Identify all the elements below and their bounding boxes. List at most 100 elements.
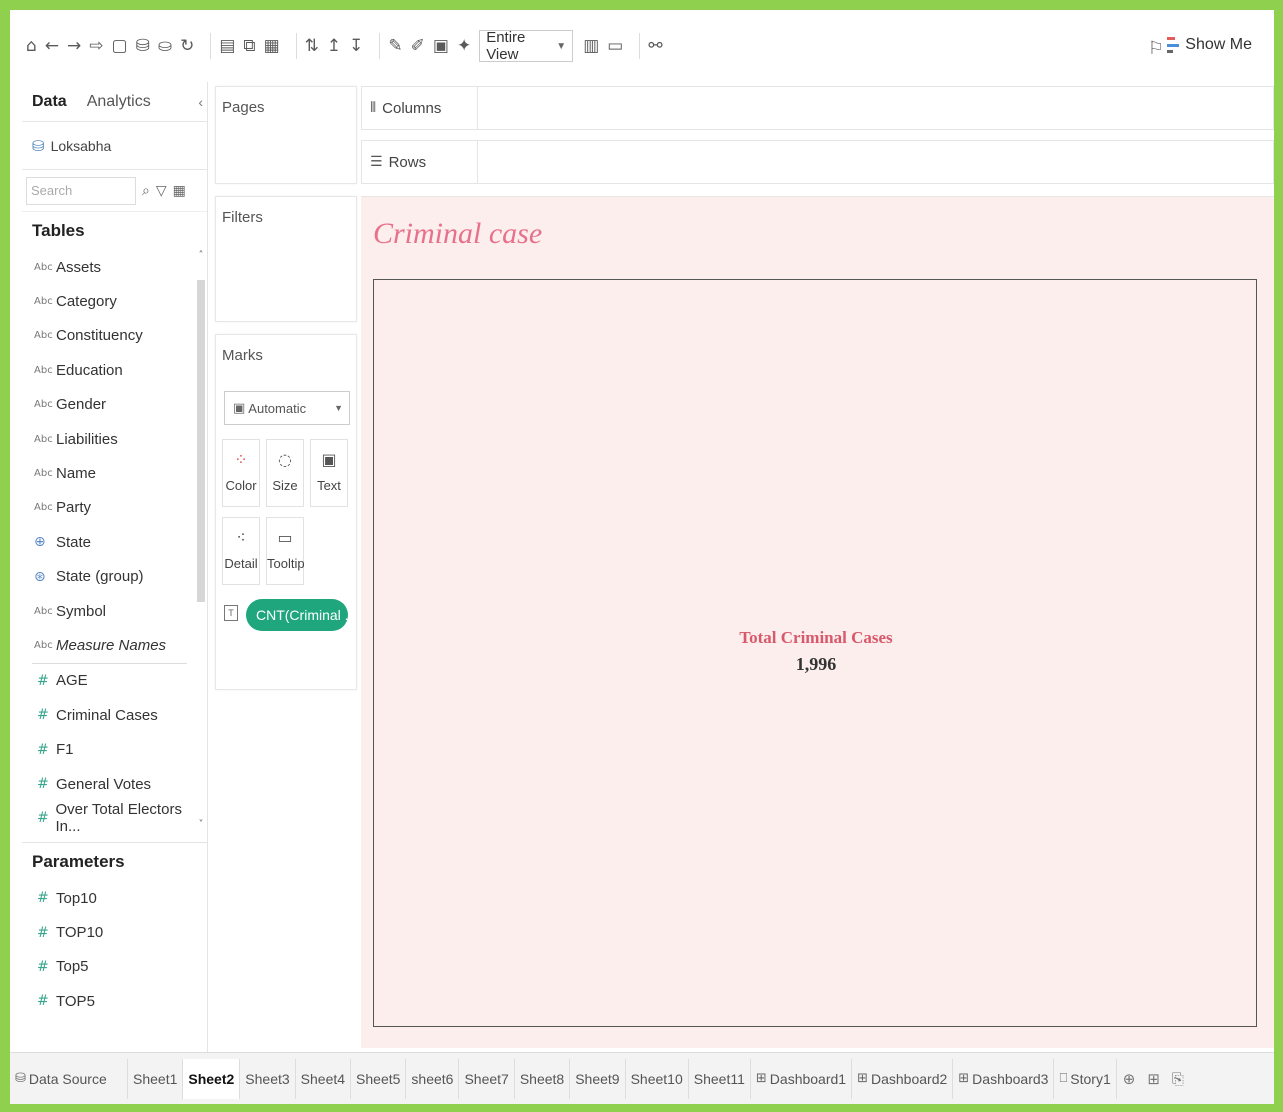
- tab-dashboard1[interactable]: ⊞ Dashboard1: [751, 1058, 853, 1099]
- worksheet-view: Criminal case Total Criminal Cases 1,996: [361, 196, 1274, 1048]
- tab-sheet7[interactable]: Sheet7: [459, 1058, 515, 1099]
- new-story-icon[interactable]: ⎘: [1172, 1070, 1184, 1088]
- tab-data[interactable]: Data: [22, 82, 77, 122]
- parameter-item[interactable]: # TOP10: [22, 915, 207, 949]
- field-item[interactable]: ⊛ State (group): [22, 560, 207, 594]
- tooltip-pin-icon[interactable]: ⚐: [1148, 38, 1164, 59]
- detail-button[interactable]: ⁖ Detail: [222, 517, 260, 585]
- tab-sheet9[interactable]: Sheet9: [570, 1058, 626, 1099]
- chevron-down-icon: ▼: [556, 40, 567, 52]
- label-icon[interactable]: ▣: [433, 37, 449, 55]
- measure-item[interactable]: # AGE: [22, 664, 207, 698]
- group-icon[interactable]: ✐: [411, 37, 425, 55]
- collapse-pane-icon[interactable]: ‹: [198, 94, 203, 110]
- columns-shelf[interactable]: ⦀ Columns: [361, 86, 1274, 130]
- highlight-icon[interactable]: ✎: [388, 37, 402, 55]
- field-item[interactable]: Abc Assets: [22, 250, 207, 284]
- tab-sheet11[interactable]: Sheet11: [689, 1058, 751, 1099]
- new-worksheet-icon[interactable]: ▤: [219, 37, 235, 55]
- show-me-button[interactable]: Show Me: [1167, 36, 1252, 54]
- worksheet-title[interactable]: Criminal case: [373, 217, 542, 251]
- field-item[interactable]: Abc Name: [22, 456, 207, 490]
- scroll-up-icon[interactable]: ˄: [195, 250, 207, 261]
- scrollbar-thumb[interactable]: [197, 280, 205, 602]
- home-icon[interactable]: ⌂: [26, 37, 37, 55]
- fit-dropdown[interactable]: Entire View ▼: [479, 29, 574, 63]
- save-icon[interactable]: ▢: [112, 37, 128, 55]
- share-icon[interactable]: ⚯: [648, 37, 662, 55]
- new-worksheet-icon[interactable]: ⊕: [1123, 1070, 1136, 1088]
- pages-card[interactable]: Pages: [215, 86, 357, 184]
- rows-shelf[interactable]: ☰ Rows: [361, 140, 1274, 184]
- view-options-icon[interactable]: ▦: [173, 183, 186, 199]
- measure-item[interactable]: # Criminal Cases: [22, 698, 207, 732]
- rows-label: Rows: [388, 153, 427, 171]
- sort-descending-icon[interactable]: ↧: [349, 37, 363, 55]
- measure-item[interactable]: # F1: [22, 732, 207, 766]
- show-cards-icon[interactable]: ▥: [583, 37, 599, 55]
- pin-axes-icon[interactable]: ✦: [457, 37, 471, 55]
- tab-sheet2[interactable]: Sheet2: [183, 1058, 241, 1099]
- duplicate-sheet-icon[interactable]: ⧉: [243, 37, 255, 55]
- presentation-icon[interactable]: ▭: [607, 37, 623, 55]
- field-item[interactable]: Abc Category: [22, 284, 207, 318]
- tab-sheet1[interactable]: Sheet1: [128, 1058, 184, 1099]
- field-list-scrollbar[interactable]: ˄ ˅: [195, 250, 207, 830]
- field-item[interactable]: ⊕ State: [22, 525, 207, 559]
- string-type-icon: Abc: [34, 399, 53, 411]
- tab-sheet6[interactable]: sheet6: [406, 1058, 460, 1099]
- marks-card: Marks ▣ Automatic ▼ ⁘ Color ◌ Size ▣ Tex…: [215, 334, 357, 690]
- measure-pill[interactable]: CNT(Criminal ..: [246, 599, 348, 631]
- tab-sheet3[interactable]: Sheet3: [240, 1058, 296, 1099]
- redo-icon[interactable]: →: [67, 37, 81, 55]
- field-item[interactable]: Abc Measure Names: [22, 628, 207, 662]
- field-name: F1: [56, 741, 74, 759]
- field-item[interactable]: Abc Party: [22, 491, 207, 525]
- swap-icon[interactable]: ⇅: [305, 37, 319, 55]
- filters-card[interactable]: Filters: [215, 196, 357, 322]
- search-input[interactable]: [26, 176, 136, 205]
- field-name: Over Total Electors In...: [55, 801, 182, 836]
- number-type-icon: #: [37, 707, 49, 724]
- parameter-item[interactable]: # Top5: [22, 950, 207, 984]
- text-button[interactable]: ▣ Text: [310, 439, 348, 507]
- tab-sheet4[interactable]: Sheet4: [296, 1058, 352, 1099]
- tab-analytics[interactable]: Analytics: [77, 82, 161, 122]
- refresh-icon[interactable]: ↻: [180, 37, 194, 55]
- undo-icon[interactable]: ←: [45, 37, 59, 55]
- new-dashboard-icon[interactable]: ⊞: [1147, 1070, 1160, 1088]
- field-name: Criminal Cases: [56, 706, 158, 724]
- tab-sheet5[interactable]: Sheet5: [351, 1058, 407, 1099]
- measure-item[interactable]: # General Votes: [22, 767, 207, 801]
- field-item[interactable]: Abc Gender: [22, 388, 207, 422]
- mark-type-dropdown[interactable]: ▣ Automatic ▼: [224, 391, 350, 425]
- tab-story1[interactable]: ⎕ Story1: [1054, 1058, 1117, 1099]
- measure-item[interactable]: # Over Total Electors In...: [22, 801, 207, 835]
- field-item[interactable]: Abc Constituency: [22, 319, 207, 353]
- replay-icon[interactable]: ⇨: [89, 37, 103, 55]
- pause-updates-icon[interactable]: ⛀: [158, 37, 172, 55]
- tab-sheet10[interactable]: Sheet10: [626, 1058, 689, 1099]
- field-item[interactable]: Abc Liabilities: [22, 422, 207, 456]
- field-item[interactable]: Abc Symbol: [22, 594, 207, 628]
- tab-data-source[interactable]: ⛁ Data Source: [10, 1058, 128, 1099]
- filter-icon[interactable]: ▽: [156, 183, 167, 199]
- tooltip-button[interactable]: ▭ Tooltip: [266, 517, 305, 585]
- parameter-item[interactable]: # Top10: [22, 881, 207, 915]
- sort-ascending-icon[interactable]: ↥: [327, 37, 341, 55]
- scroll-down-icon[interactable]: ˅: [195, 819, 207, 830]
- new-datasource-icon[interactable]: ⛁: [136, 37, 150, 55]
- tab-dashboard3[interactable]: ⊞ Dashboard3: [953, 1058, 1055, 1099]
- dashboard-icon: ⊞: [958, 1071, 970, 1086]
- story-icon: ⎕: [1059, 1071, 1068, 1086]
- parameter-item[interactable]: # TOP5: [22, 984, 207, 1018]
- clear-sheet-icon[interactable]: ▦: [264, 37, 280, 55]
- field-item[interactable]: Abc Education: [22, 353, 207, 387]
- viz-area[interactable]: Total Criminal Cases 1,996: [373, 279, 1257, 1027]
- tab-dashboard2[interactable]: ⊞ Dashboard2: [852, 1058, 954, 1099]
- rows-label-cell: ☰ Rows: [362, 141, 478, 183]
- datasource-item[interactable]: ⛁ Loksabha: [22, 122, 207, 170]
- color-button[interactable]: ⁘ Color: [222, 439, 260, 507]
- tab-sheet8[interactable]: Sheet8: [515, 1058, 571, 1099]
- size-button[interactable]: ◌ Size: [266, 439, 304, 507]
